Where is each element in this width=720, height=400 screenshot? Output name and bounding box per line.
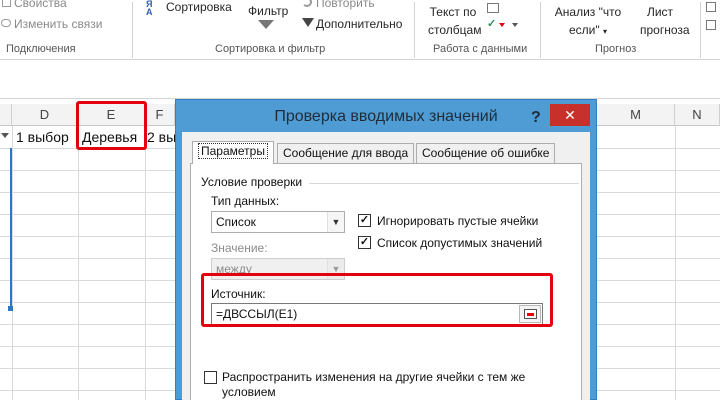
group-label-data-tools: Работа с данными	[433, 43, 528, 55]
ignore-blank-label: Игнорировать пустые ячейки	[377, 214, 539, 228]
cell-d1[interactable]: 1 выбор	[16, 126, 69, 148]
what-if-analysis-button[interactable]: Анализ "что если" ▾	[552, 5, 624, 39]
column-header-f[interactable]: F	[145, 104, 175, 126]
group-label-connections: Подключения	[6, 43, 76, 55]
apply-to-all-label: Распространить изменения на другие ячейк…	[222, 370, 526, 399]
edit-links-button[interactable]: Изменить связи	[1, 17, 102, 31]
data-type-label: Тип данных:	[211, 194, 280, 208]
outline-ungroup-icon[interactable]	[706, 20, 716, 30]
close-button[interactable]: ✕	[550, 104, 590, 126]
data-validation-icon[interactable]: ✓	[487, 19, 499, 30]
dropdown-arrow-icon[interactable]	[1, 133, 9, 138]
dialog-body: Параметры Сообщение для ввода Сообщение …	[182, 132, 590, 400]
tab-settings[interactable]: Параметры	[192, 141, 274, 164]
flash-fill-icon[interactable]	[487, 3, 499, 13]
text-to-columns-button[interactable]: Текст по столбцам	[428, 5, 481, 37]
group-separator	[414, 2, 415, 58]
funnel-icon	[258, 20, 274, 29]
column-header-m[interactable]: M	[597, 104, 675, 126]
apply-to-all-checkbox[interactable]	[204, 371, 217, 384]
formula-bar-area	[0, 61, 720, 99]
ribbon: Свойства Изменить связи Подключения ЯА С…	[0, 0, 720, 60]
column-header-n[interactable]: N	[675, 104, 720, 126]
group-label-forecast: Прогноз	[595, 43, 637, 55]
properties-icon	[2, 0, 11, 7]
row-header-corner[interactable]	[0, 104, 12, 126]
chevron-down-icon: ▼	[327, 212, 344, 232]
in-cell-dropdown-label: Список допустимых значений	[377, 236, 543, 250]
close-icon: ✕	[564, 107, 576, 123]
reapply-icon	[302, 0, 312, 7]
sort-button[interactable]: ЯА Сортировка	[146, 0, 232, 17]
chevron-down-icon[interactable]	[512, 23, 518, 27]
group-label-sort-filter: Сортировка и фильтр	[215, 43, 326, 55]
outline-group-icon[interactable]	[706, 2, 716, 12]
section-title: Условие проверки	[201, 175, 303, 189]
reapply-button[interactable]: Повторить	[302, 0, 375, 10]
highlight-box-cell-e1	[76, 101, 147, 150]
properties-button[interactable]: Свойства	[2, 0, 67, 10]
filter-button[interactable]: Фильтр	[248, 4, 288, 29]
advanced-filter-icon	[302, 18, 314, 27]
cell-f1[interactable]: 2 вы	[147, 126, 176, 148]
data-validation-dialog: Проверка вводимых значений ? ✕ Параметры…	[175, 99, 597, 400]
advanced-filter-button[interactable]: Дополнительно	[302, 17, 402, 31]
value-label: Значение:	[211, 241, 268, 255]
group-separator	[540, 2, 541, 58]
ignore-blank-checkbox[interactable]: ✓	[358, 214, 371, 227]
tab-input-message[interactable]: Сообщение для ввода	[277, 143, 415, 163]
link-icon	[1, 19, 11, 27]
in-cell-dropdown-checkbox[interactable]: ✓	[358, 236, 371, 249]
tab-error-alert[interactable]: Сообщение об ошибке	[416, 143, 556, 163]
sort-az-icon: ЯА	[146, 0, 153, 17]
chevron-down-icon: ▾	[602, 27, 607, 36]
group-separator	[132, 2, 133, 58]
data-type-select[interactable]: Список ▼	[211, 211, 345, 233]
highlight-box-source	[201, 273, 553, 327]
validation-dropdown-icon[interactable]	[499, 23, 505, 27]
group-separator	[700, 2, 701, 58]
column-header-d[interactable]: D	[12, 104, 78, 126]
forecast-sheet-button[interactable]: Лист прогноза	[640, 5, 690, 37]
help-button[interactable]: ?	[531, 109, 541, 127]
